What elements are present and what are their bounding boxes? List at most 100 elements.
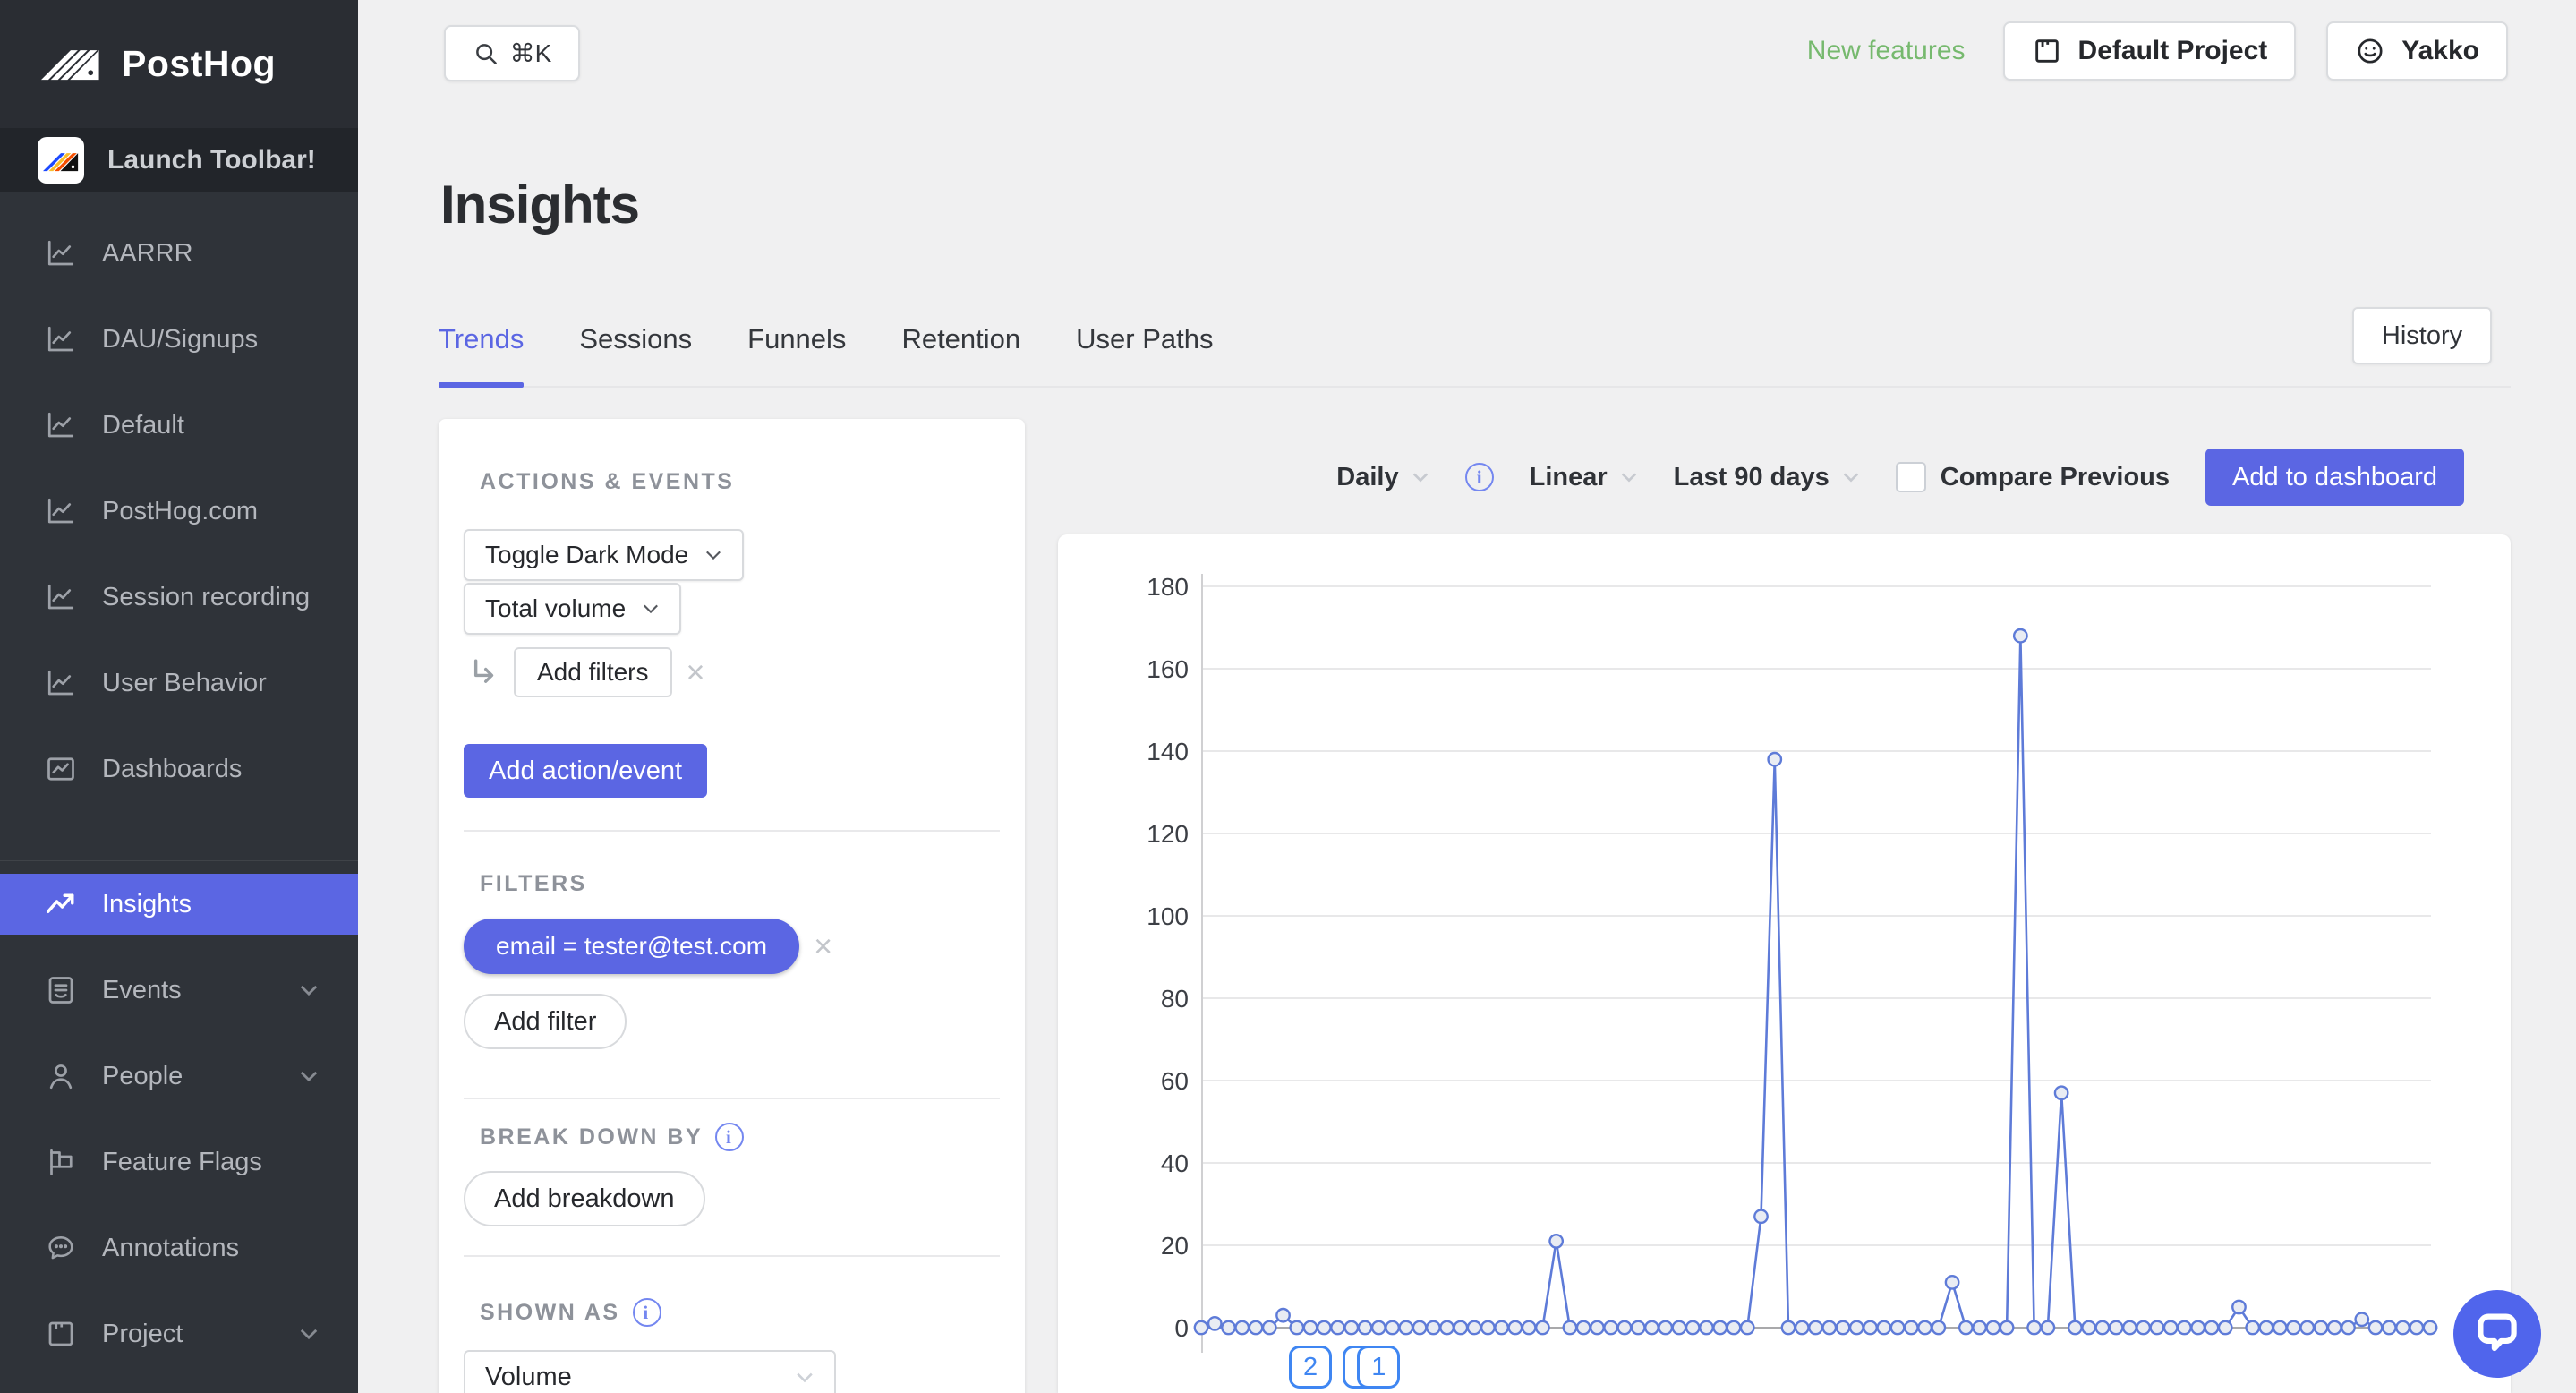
breakdown-heading: BREAK DOWN BY i bbox=[480, 1123, 1000, 1151]
divider bbox=[464, 1098, 1000, 1099]
project-switcher-button[interactable]: Default Project bbox=[2002, 21, 2297, 81]
filters-heading: FILTERS bbox=[480, 871, 587, 896]
chat-bubble-icon bbox=[2469, 1304, 2525, 1364]
trend-line-chart[interactable]: 0 20 40 60 80 100 120 140 160 180 bbox=[1058, 534, 2511, 1393]
event-select-dropdown[interactable]: Toggle Dark Mode bbox=[464, 529, 745, 581]
remove-filter-icon[interactable]: × bbox=[814, 930, 832, 962]
sidebar-item-user-behavior[interactable]: User Behavior bbox=[0, 640, 358, 726]
compare-previous-checkbox[interactable] bbox=[1895, 462, 1926, 492]
smiley-icon bbox=[2355, 36, 2385, 66]
compare-previous-label: Compare Previous bbox=[1940, 462, 2171, 491]
annotation-badge[interactable]: 2 bbox=[1289, 1346, 1333, 1389]
tab-retention[interactable]: Retention bbox=[901, 309, 1020, 386]
sidebar-saved-insights-nav: AARRR DAU/Signups Default PostHog.com Sessio… bbox=[0, 210, 358, 812]
sidebar-item-dashboards[interactable]: Dashboards bbox=[0, 726, 358, 812]
sidebar-item-posthog-com[interactable]: PostHog.com bbox=[0, 468, 358, 554]
line-chart-icon bbox=[45, 495, 77, 527]
chevron-down-icon bbox=[704, 550, 722, 560]
search-button[interactable]: ⌘K bbox=[444, 25, 580, 81]
shown-as-select[interactable]: Volume bbox=[464, 1350, 836, 1393]
nested-arrow-icon bbox=[469, 657, 499, 688]
project-icon bbox=[2032, 36, 2062, 66]
add-breakdown-button[interactable]: Add breakdown bbox=[464, 1171, 705, 1226]
flag-icon bbox=[45, 1146, 77, 1178]
user-menu-button[interactable]: Yakko bbox=[2326, 21, 2508, 81]
sidebar-item-default[interactable]: Default bbox=[0, 382, 358, 468]
events-doc-icon bbox=[45, 974, 77, 1006]
tab-sessions[interactable]: Sessions bbox=[579, 309, 692, 386]
sidebar-item-label: Dashboards bbox=[102, 754, 243, 783]
svg-text:140: 140 bbox=[1147, 738, 1189, 765]
sidebar-item-insights[interactable]: Insights bbox=[0, 874, 358, 935]
info-icon[interactable]: i bbox=[715, 1123, 745, 1151]
add-filters-button[interactable]: Add filters bbox=[514, 647, 672, 697]
sidebar-item-label: Session recording bbox=[102, 582, 311, 611]
svg-text:20: 20 bbox=[1161, 1232, 1189, 1260]
sidebar-item-aarrr[interactable]: AARRR bbox=[0, 210, 358, 296]
interval-value: Daily bbox=[1336, 462, 1399, 491]
svg-text:0: 0 bbox=[1174, 1314, 1189, 1342]
svg-text:120: 120 bbox=[1147, 820, 1189, 848]
add-action-event-button[interactable]: Add action/event bbox=[464, 744, 708, 798]
annotation-badge[interactable]: 1 bbox=[1357, 1346, 1401, 1389]
divider bbox=[464, 830, 1000, 832]
logo-text: PostHog bbox=[122, 43, 277, 84]
chevron-down-icon bbox=[795, 1372, 815, 1383]
new-features-link[interactable]: New features bbox=[1807, 36, 1966, 66]
project-name-label: Default Project bbox=[2077, 36, 2268, 65]
sidebar-item-people[interactable]: People bbox=[0, 1033, 358, 1119]
math-select-dropdown[interactable]: Total volume bbox=[464, 583, 682, 635]
compare-previous-control: Compare Previous bbox=[1895, 462, 2171, 492]
help-chat-button[interactable] bbox=[2453, 1290, 2541, 1378]
chat-dots-icon bbox=[45, 1232, 77, 1264]
display-mode-dropdown[interactable]: Linear bbox=[1530, 463, 1638, 492]
chevron-down-icon bbox=[1412, 472, 1429, 483]
shown-as-heading: SHOWN AS i bbox=[480, 1298, 1000, 1327]
tab-user-paths[interactable]: User Paths bbox=[1076, 309, 1213, 386]
filter-pill[interactable]: email = tester@test.com bbox=[464, 919, 800, 974]
sidebar-item-label: People bbox=[102, 1061, 183, 1090]
sidebar-item-project[interactable]: Project bbox=[0, 1291, 358, 1377]
sidebar-item-dau-signups[interactable]: DAU/Signups bbox=[0, 296, 358, 382]
svg-text:100: 100 bbox=[1147, 902, 1189, 930]
shown-as-value: Volume bbox=[485, 1362, 572, 1391]
tab-funnels[interactable]: Funnels bbox=[747, 309, 846, 386]
sidebar-item-label: Events bbox=[102, 975, 182, 1004]
search-shortcut-label: ⌘K bbox=[509, 39, 552, 67]
chevron-down-icon bbox=[1842, 472, 1860, 483]
display-mode-value: Linear bbox=[1529, 462, 1608, 491]
sidebar-item-label: Insights bbox=[102, 889, 192, 919]
interval-dropdown[interactable]: Daily bbox=[1336, 463, 1429, 492]
svg-text:180: 180 bbox=[1147, 573, 1189, 601]
dashboard-chart-icon bbox=[45, 753, 77, 785]
trend-up-icon bbox=[45, 888, 77, 920]
launch-toolbar-button[interactable]: Launch Toolbar! bbox=[0, 128, 358, 192]
date-range-value: Last 90 days bbox=[1673, 462, 1830, 491]
person-icon bbox=[45, 1060, 77, 1092]
history-button[interactable]: History bbox=[2352, 307, 2492, 364]
info-icon[interactable]: i bbox=[632, 1298, 661, 1327]
chevron-down-icon bbox=[299, 1070, 319, 1082]
svg-text:160: 160 bbox=[1147, 655, 1189, 683]
sidebar-item-session-recording[interactable]: Session recording bbox=[0, 554, 358, 640]
add-filter-button[interactable]: Add filter bbox=[464, 994, 627, 1049]
posthog-home-link[interactable]: PostHog bbox=[0, 0, 358, 128]
chevron-down-icon bbox=[299, 984, 319, 996]
sidebar-item-annotations[interactable]: Annotations bbox=[0, 1205, 358, 1291]
date-range-dropdown[interactable]: Last 90 days bbox=[1674, 463, 1860, 492]
sidebar-item-events[interactable]: Events bbox=[0, 947, 358, 1033]
svg-text:40: 40 bbox=[1161, 1149, 1189, 1177]
tab-trends[interactable]: Trends bbox=[439, 309, 525, 388]
remove-event-icon[interactable]: × bbox=[687, 656, 705, 688]
sidebar-item-label: Project bbox=[102, 1319, 183, 1348]
trend-chart-card: 0 20 40 60 80 100 120 140 160 180 21 bbox=[1058, 534, 2511, 1393]
actions-events-heading: ACTIONS & EVENTS bbox=[480, 469, 735, 494]
chart-controls: Daily i Linear Last 90 days Compare Prev… bbox=[1058, 419, 2511, 535]
search-icon bbox=[473, 40, 499, 67]
info-icon[interactable]: i bbox=[1464, 463, 1494, 491]
breakdown-heading-label: BREAK DOWN BY bbox=[480, 1124, 704, 1149]
add-to-dashboard-button[interactable]: Add to dashboard bbox=[2205, 449, 2464, 506]
sidebar-item-feature-flags[interactable]: Feature Flags bbox=[0, 1119, 358, 1205]
sidebar-item-label: Default bbox=[102, 410, 184, 440]
line-chart-icon bbox=[45, 409, 77, 441]
